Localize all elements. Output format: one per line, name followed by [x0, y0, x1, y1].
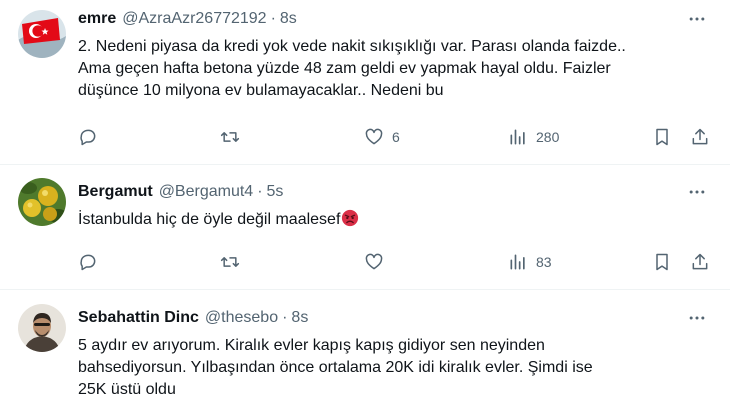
view-count: 280 — [536, 129, 560, 145]
tweet-text-line: 5 aydır ev arıyorum. Kiralık evler kapış… — [78, 337, 545, 354]
bookmark-button[interactable] — [652, 251, 672, 273]
separator-dot: · — [282, 309, 288, 326]
more-icon — [689, 17, 705, 21]
views-button[interactable]: 280 — [508, 126, 559, 148]
reply-icon — [80, 129, 96, 146]
tweet-text: 5 aydır ev arıyorum. Kiralık evler kapış… — [78, 335, 718, 401]
tweet-header: emre @AzraAzr26772192 · 8s — [78, 8, 297, 30]
retweet-icon — [220, 132, 240, 142]
author-handle[interactable]: @Bergamut4 — [159, 181, 254, 203]
bookmark-button[interactable] — [652, 126, 672, 148]
share-icon — [692, 253, 708, 270]
like-count: 6 — [392, 129, 400, 145]
reply-icon — [80, 254, 96, 271]
tweet-text: İstanbulda hiç de öyle değil maalesef — [78, 209, 718, 231]
author-name[interactable]: Sebahattin Dinc — [78, 307, 199, 329]
avatar-image-emre — [18, 10, 66, 58]
separator-dot: · — [257, 183, 263, 200]
views-button[interactable]: 83 — [508, 251, 552, 273]
author-handle[interactable]: @AzraAzr26772192 — [122, 8, 266, 30]
more-icon — [689, 190, 705, 194]
separator-dot: · — [270, 10, 276, 27]
views-icon — [510, 129, 525, 145]
retweet-button[interactable] — [220, 126, 248, 148]
avatar-image-bergamut — [18, 178, 66, 226]
tweet-text-line: Ama geçen hafta betona yüzde 48 zam geld… — [78, 60, 611, 77]
view-count: 83 — [536, 254, 552, 270]
like-button[interactable]: 6 — [364, 126, 400, 148]
like-icon — [365, 253, 383, 270]
tweet-3[interactable]: Sebahattin Dinc @thesebo · 8s 5 aydır ev… — [0, 290, 730, 420]
like-button[interactable] — [364, 251, 392, 273]
avatar-emre[interactable] — [18, 10, 66, 58]
retweet-icon — [220, 257, 240, 267]
share-button[interactable] — [690, 251, 710, 273]
more-icon — [689, 316, 705, 320]
tweet-text-line: İstanbulda hiç de öyle değil maalesef — [78, 209, 718, 231]
bookmark-icon — [656, 128, 668, 146]
timestamp[interactable]: 5s — [267, 181, 284, 203]
tweet-text-line: bahsediyorsun. Yılbaşından önce ortalama… — [78, 359, 593, 376]
reply-button[interactable] — [78, 126, 106, 148]
avatar-bergamut[interactable] — [18, 178, 66, 226]
tweet-1[interactable]: emre @AzraAzr26772192 · 8s 2. Nedeni piy… — [0, 0, 730, 164]
avatar-sebahattin[interactable] — [18, 304, 66, 352]
timestamp[interactable]: 8s — [291, 307, 308, 329]
more-options-button[interactable] — [686, 181, 708, 203]
tweet-text-content: İstanbulda hiç de öyle değil maalesef — [78, 211, 341, 228]
tweet-header: Sebahattin Dinc @thesebo · 8s — [78, 307, 308, 329]
avatar-image-sebahattin — [18, 304, 66, 352]
tweet-text-line: 25K üstü oldu — [78, 381, 176, 398]
share-button[interactable] — [690, 126, 710, 148]
tweet-2[interactable]: Bergamut @Bergamut4 · 5s İstanbulda hiç … — [0, 165, 730, 289]
action-bar: 83 — [78, 251, 718, 273]
like-icon — [365, 128, 383, 145]
author-name[interactable]: Bergamut — [78, 181, 153, 203]
tweet-header: Bergamut @Bergamut4 · 5s — [78, 181, 283, 203]
share-icon — [692, 128, 708, 145]
author-name[interactable]: emre — [78, 8, 116, 30]
reply-button[interactable] — [78, 251, 106, 273]
timestamp[interactable]: 8s — [280, 8, 297, 30]
tweet-text-line: 2. Nedeni piyasa da kredi yok vede nakit… — [78, 38, 626, 55]
retweet-button[interactable] — [220, 251, 248, 273]
more-options-button[interactable] — [686, 307, 708, 329]
angry-face-emoji-icon — [342, 209, 359, 227]
more-options-button[interactable] — [686, 8, 708, 30]
author-handle[interactable]: @thesebo — [205, 307, 278, 329]
action-bar: 6 280 — [78, 126, 718, 148]
tweet-text-line: düşünce 10 milyona ev bulamayacaklar.. N… — [78, 82, 444, 99]
views-icon — [510, 254, 525, 270]
bookmark-icon — [656, 253, 668, 271]
tweet-text: 2. Nedeni piyasa da kredi yok vede nakit… — [78, 36, 718, 102]
